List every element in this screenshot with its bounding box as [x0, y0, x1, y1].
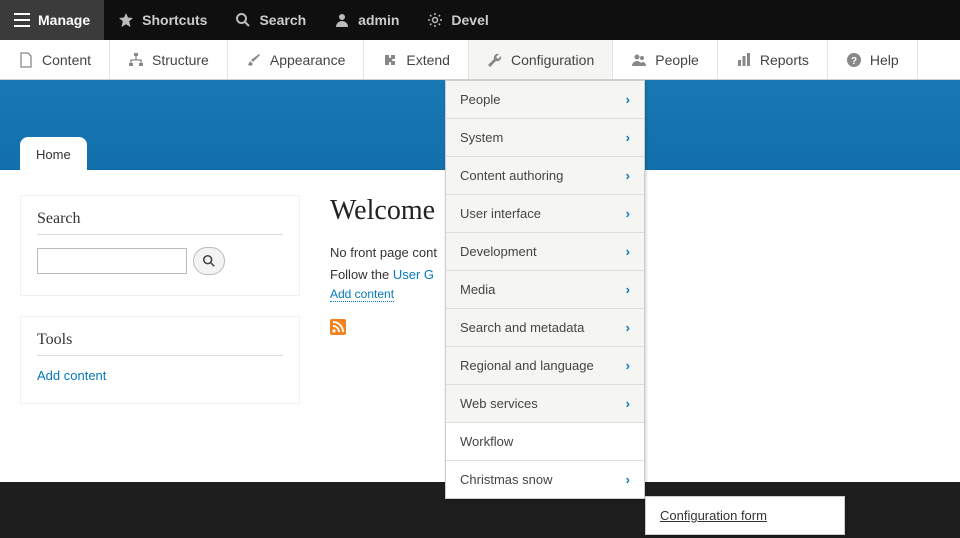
- gear-icon: [427, 12, 443, 28]
- chevron-right-icon: ›: [626, 206, 630, 221]
- manage-label: Manage: [38, 12, 90, 28]
- search-icon: [235, 12, 251, 28]
- config-item-people[interactable]: People›: [446, 81, 644, 119]
- config-item-web-services[interactable]: Web services›: [446, 385, 644, 423]
- tools-block: Tools Add content: [20, 316, 300, 404]
- config-item-search-metadata[interactable]: Search and metadata›: [446, 309, 644, 347]
- tab-home[interactable]: Home: [20, 137, 87, 170]
- add-content-link[interactable]: Add content: [330, 287, 394, 302]
- admin-topbar: Manage Shortcuts Search admin Devel: [0, 0, 960, 40]
- user-link[interactable]: admin: [320, 0, 413, 40]
- toolbar-help-label: Help: [870, 52, 899, 68]
- sidebar: Search Tools Add content: [20, 195, 300, 424]
- search-input[interactable]: [37, 248, 187, 274]
- tab-home-label: Home: [36, 147, 71, 162]
- toolbar-content[interactable]: Content: [0, 40, 110, 79]
- chevron-right-icon: ›: [626, 472, 630, 487]
- svg-text:?: ?: [851, 56, 857, 67]
- devel-link[interactable]: Devel: [413, 0, 502, 40]
- star-icon: [118, 12, 134, 28]
- toolbar-people-label: People: [655, 52, 699, 68]
- config-item-media[interactable]: Media›: [446, 271, 644, 309]
- admin-label: admin: [358, 12, 399, 28]
- chevron-right-icon: ›: [626, 168, 630, 183]
- help-icon: ?: [846, 52, 862, 68]
- chevron-right-icon: ›: [626, 282, 630, 297]
- shortcuts-label: Shortcuts: [142, 12, 207, 28]
- tools-add-content-link[interactable]: Add content: [37, 368, 106, 383]
- config-item-workflow[interactable]: Workflow: [446, 423, 644, 461]
- config-item-development[interactable]: Development›: [446, 233, 644, 271]
- puzzle-icon: [382, 52, 398, 68]
- document-icon: [18, 52, 34, 68]
- toolbar-structure-label: Structure: [152, 52, 209, 68]
- toolbar-content-label: Content: [42, 52, 91, 68]
- configuration-dropdown: People› System› Content authoring› User …: [445, 80, 645, 499]
- toolbar-configuration-label: Configuration: [511, 52, 594, 68]
- search-icon: [202, 254, 216, 268]
- shortcuts-link[interactable]: Shortcuts: [104, 0, 221, 40]
- chevron-right-icon: ›: [626, 92, 630, 107]
- submenu-configuration-form[interactable]: Configuration form: [646, 497, 844, 534]
- toolbar-reports-label: Reports: [760, 52, 809, 68]
- search-block-title: Search: [37, 210, 283, 235]
- people-icon: [631, 52, 647, 68]
- manage-toggle[interactable]: Manage: [0, 0, 104, 40]
- user-icon: [334, 12, 350, 28]
- config-item-christmas-snow[interactable]: Christmas snow›: [446, 461, 644, 498]
- chevron-right-icon: ›: [626, 244, 630, 259]
- search-button[interactable]: [193, 247, 225, 275]
- user-guide-link[interactable]: User G: [393, 267, 434, 282]
- search-block: Search: [20, 195, 300, 296]
- toolbar-extend[interactable]: Extend: [364, 40, 469, 79]
- chevron-right-icon: ›: [626, 396, 630, 411]
- paintbrush-icon: [246, 52, 262, 68]
- toolbar-help[interactable]: ? Help: [828, 40, 918, 79]
- search-link[interactable]: Search: [221, 0, 320, 40]
- config-item-regional-language[interactable]: Regional and language›: [446, 347, 644, 385]
- christmas-snow-submenu: Configuration form: [645, 496, 845, 535]
- structure-icon: [128, 52, 144, 68]
- chevron-right-icon: ›: [626, 358, 630, 373]
- config-item-system[interactable]: System›: [446, 119, 644, 157]
- chevron-right-icon: ›: [626, 130, 630, 145]
- toolbar-structure[interactable]: Structure: [110, 40, 228, 79]
- toolbar-extend-label: Extend: [406, 52, 450, 68]
- chart-icon: [736, 52, 752, 68]
- config-item-user-interface[interactable]: User interface›: [446, 195, 644, 233]
- hamburger-icon: [14, 13, 30, 27]
- toolbar-reports[interactable]: Reports: [718, 40, 828, 79]
- config-item-content-authoring[interactable]: Content authoring›: [446, 157, 644, 195]
- toolbar-appearance[interactable]: Appearance: [228, 40, 365, 79]
- toolbar-configuration[interactable]: Configuration: [469, 40, 613, 79]
- toolbar-appearance-label: Appearance: [270, 52, 346, 68]
- devel-label: Devel: [451, 12, 488, 28]
- tools-block-title: Tools: [37, 331, 283, 356]
- admin-toolbar: Content Structure Appearance Extend Conf…: [0, 40, 960, 80]
- wrench-icon: [487, 52, 503, 68]
- chevron-right-icon: ›: [626, 320, 630, 335]
- toolbar-people[interactable]: People: [613, 40, 718, 79]
- topbar-search-label: Search: [259, 12, 306, 28]
